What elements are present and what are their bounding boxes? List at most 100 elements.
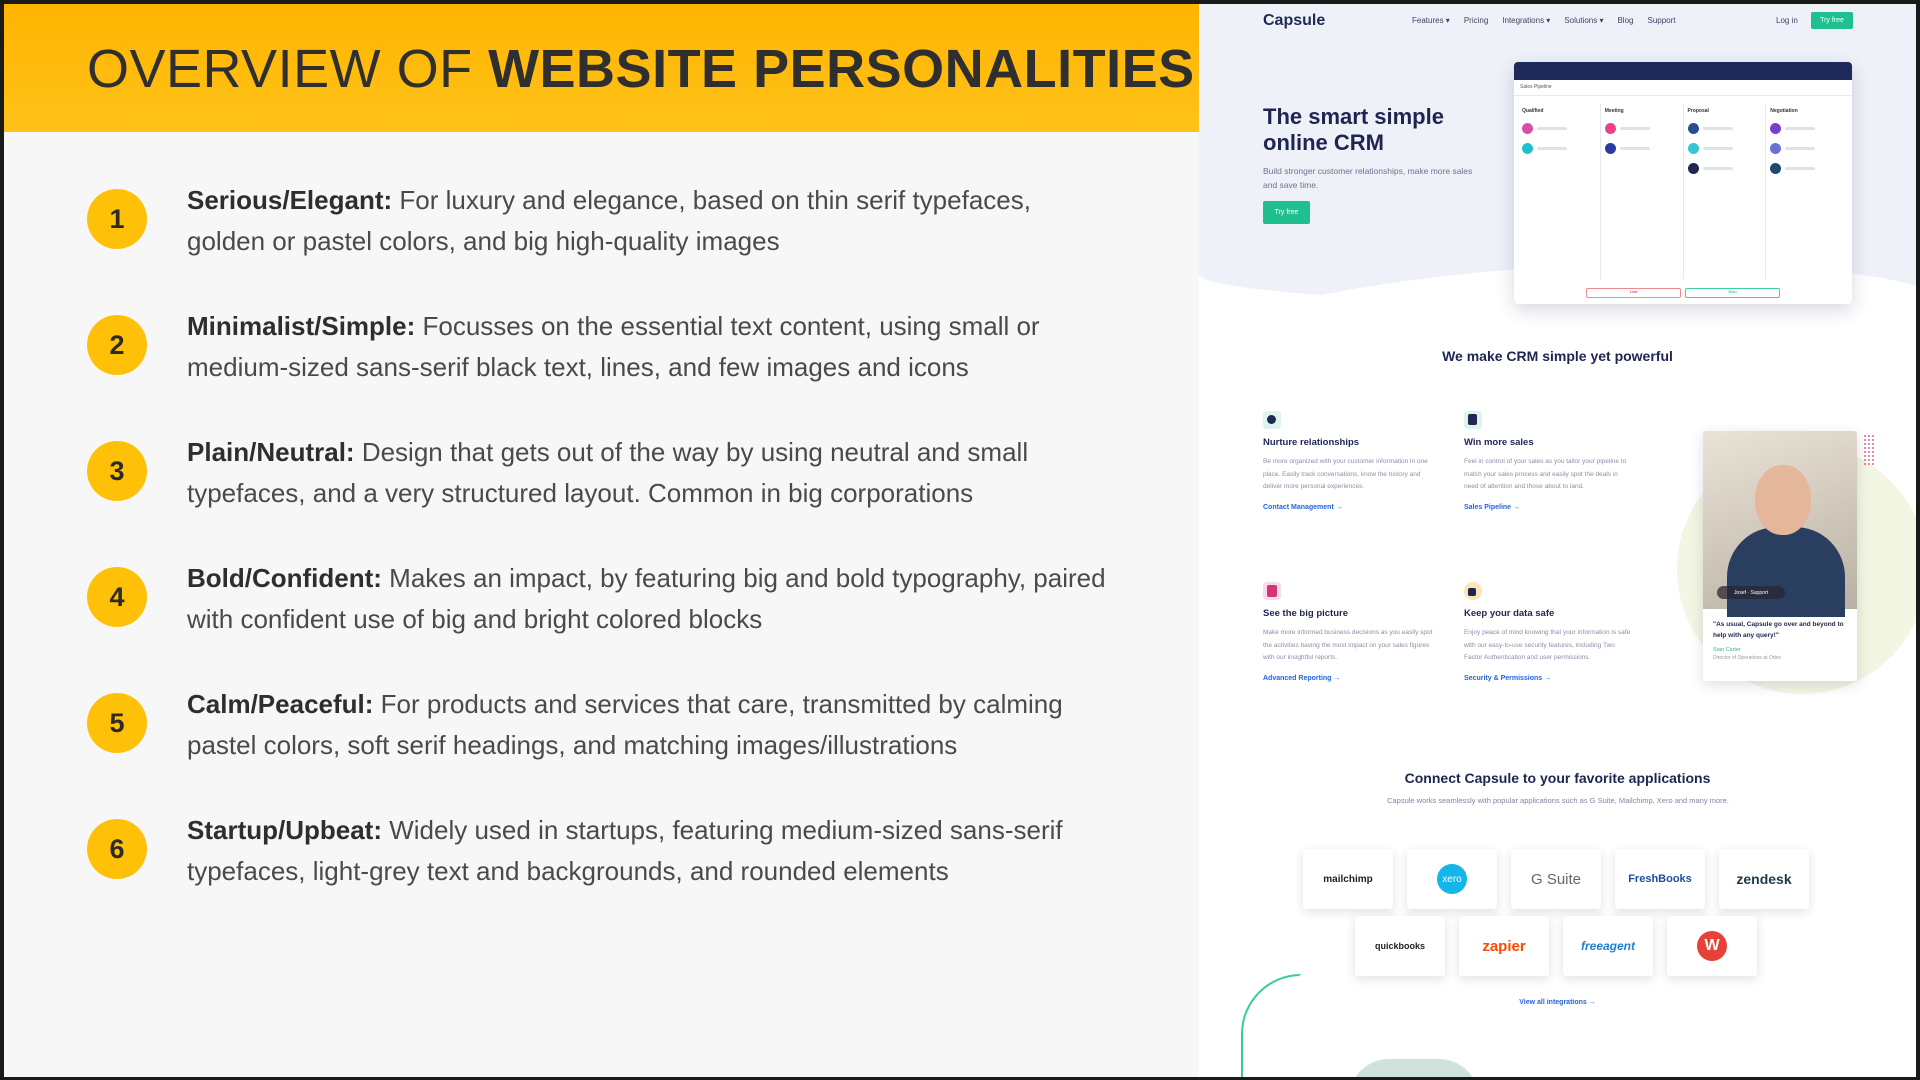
integration-gsuite[interactable]: G Suite — [1511, 849, 1601, 909]
list-item: 3 Plain/Neutral: Design that gets out of… — [87, 432, 1147, 558]
report-icon — [1263, 582, 1281, 600]
feature-link[interactable]: Advanced Reporting → — [1263, 675, 1433, 682]
integration-mailchimp[interactable]: mailchimp — [1303, 849, 1393, 909]
website-screenshot: Capsule Features ▾ Pricing Integrations … — [1199, 4, 1916, 1077]
integrations-subtitle: Capsule works seamlessly with popular ap… — [1387, 796, 1729, 805]
main-nav: Features ▾ Pricing Integrations ▾ Soluti… — [1412, 16, 1676, 25]
pipeline-mockup: Sales Pipeline Qualified Meeting Proposa… — [1514, 62, 1852, 304]
nav-pricing[interactable]: Pricing — [1464, 16, 1488, 25]
mockup-card — [1770, 163, 1844, 174]
text-line — [1537, 127, 1567, 130]
item-label: Plain/Neutral: — [187, 437, 355, 467]
integration-freshbooks[interactable]: FreshBooks — [1615, 849, 1705, 909]
feature-link[interactable]: Contact Management → — [1263, 504, 1433, 511]
feature-description: Be more organized with your customer inf… — [1263, 458, 1428, 490]
testimonial-name: Sian Carter — [1713, 647, 1741, 653]
testimonial-photo: Josef · Support — [1703, 431, 1857, 617]
hero-try-free-button[interactable]: Try free — [1263, 201, 1310, 224]
mockup-subtitle: Sales Pipeline — [1514, 80, 1852, 96]
integration-quickbooks[interactable]: quickbooks — [1355, 916, 1445, 976]
capsule-logo[interactable]: Capsule — [1263, 12, 1325, 30]
slide-header-bar: OVERVIEW OF WEBSITE PERSONALITIES — [4, 4, 1199, 132]
text-line — [1619, 127, 1650, 130]
contacts-icon — [1263, 411, 1281, 429]
number-badge: 3 — [87, 441, 147, 501]
avatar — [1522, 123, 1533, 134]
nav-blog[interactable]: Blog — [1617, 16, 1633, 25]
photo-tag: Josef · Support — [1717, 586, 1785, 599]
text-line — [1702, 167, 1733, 170]
mockup-column: Proposal — [1684, 104, 1767, 279]
feature-title: Keep your data safe — [1464, 608, 1555, 619]
column-heading: Proposal — [1687, 108, 1709, 114]
text-line — [1785, 167, 1816, 170]
item-text: Minimalist/Simple: Focusses on the essen… — [187, 306, 1107, 388]
list-item: 1 Serious/Elegant: For luxury and elegan… — [87, 180, 1147, 306]
avatar — [1522, 143, 1533, 154]
nav-integrations[interactable]: Integrations ▾ — [1502, 16, 1550, 25]
hero-subtitle: Build stronger customer relationships, m… — [1263, 166, 1473, 190]
integration-freeagent[interactable]: freeagent — [1563, 916, 1653, 976]
list-item: 5 Calm/Peaceful: For products and servic… — [87, 684, 1147, 810]
login-link[interactable]: Log in — [1776, 16, 1798, 25]
feature-data-safe: Keep your data safe Enjoy peace of mind … — [1464, 582, 1634, 682]
lost-button: Lost — [1586, 288, 1681, 298]
text-line — [1785, 127, 1816, 130]
text-line — [1537, 147, 1567, 150]
mockup-card — [1687, 163, 1762, 174]
slide-title-bold: WEBSITE PERSONALITIES — [488, 39, 1195, 99]
nav-support[interactable]: Support — [1647, 16, 1675, 25]
number-badge: 5 — [87, 693, 147, 753]
integration-xero[interactable]: xero — [1407, 849, 1497, 909]
text-line — [1785, 147, 1816, 150]
integration-zendesk[interactable]: zendesk — [1719, 849, 1809, 909]
item-text: Bold/Confident: Makes an impact, by feat… — [187, 558, 1107, 640]
feature-title: See the big picture — [1263, 608, 1348, 619]
lock-icon — [1464, 582, 1482, 600]
feature-title: Win more sales — [1464, 437, 1534, 448]
feature-description: Make more informed business decisions as… — [1263, 629, 1433, 661]
item-label: Startup/Upbeat: — [187, 815, 382, 845]
text-line — [1702, 147, 1733, 150]
photo-head — [1755, 465, 1811, 535]
list-item: 2 Minimalist/Simple: Focusses on the ess… — [87, 306, 1147, 432]
feature-win-sales: Win more sales Feel in control of your s… — [1464, 411, 1634, 511]
avatar — [1770, 163, 1782, 174]
text-line — [1702, 127, 1733, 130]
mockup-columns: Qualified Meeting Proposal Negotiation — [1518, 104, 1848, 279]
slide-title: OVERVIEW OF WEBSITE PERSONALITIES — [87, 38, 1195, 100]
mockup-card — [1604, 123, 1679, 134]
item-text: Plain/Neutral: Design that gets out of t… — [187, 432, 1107, 514]
mockup-column: Negotiation — [1766, 104, 1848, 279]
avatar — [1687, 123, 1699, 134]
section-title-integrations: Connect Capsule to your favorite applica… — [1404, 770, 1711, 786]
feature-big-picture: See the big picture Make more informed b… — [1263, 582, 1433, 682]
avatar — [1687, 163, 1699, 174]
integration-wrike[interactable]: W — [1667, 916, 1757, 976]
mockup-card — [1604, 143, 1679, 154]
personality-list: 1 Serious/Elegant: For luxury and elegan… — [87, 180, 1147, 936]
number-badge: 4 — [87, 567, 147, 627]
decorative-line — [1241, 974, 1301, 1077]
text-line — [1619, 147, 1650, 150]
integration-zapier[interactable]: zapier — [1459, 916, 1549, 976]
view-all-integrations-link[interactable]: View all integrations → — [1199, 999, 1916, 1006]
number-badge: 1 — [87, 189, 147, 249]
slide-title-light: OVERVIEW OF — [87, 39, 489, 99]
photo-body — [1727, 527, 1845, 617]
nav-features[interactable]: Features ▾ — [1412, 16, 1450, 25]
mockup-toolbar — [1514, 62, 1852, 80]
slide-panel: OVERVIEW OF WEBSITE PERSONALITIES 1 Seri… — [4, 4, 1199, 1077]
try-free-button[interactable]: Try free — [1811, 12, 1853, 29]
feature-link[interactable]: Security & Permissions → — [1464, 675, 1634, 682]
testimonial-card: Josef · Support "As usual, Capsule go ov… — [1703, 431, 1857, 681]
testimonial-role: Director of Operations at Orbio — [1713, 655, 1782, 661]
feature-link[interactable]: Sales Pipeline → — [1464, 504, 1634, 511]
avatar — [1770, 143, 1782, 154]
item-label: Serious/Elegant: — [187, 185, 393, 215]
avatar — [1687, 143, 1699, 154]
mockup-card — [1687, 143, 1762, 154]
feature-nurture: Nurture relationships Be more organized … — [1263, 411, 1433, 511]
nav-solutions[interactable]: Solutions ▾ — [1564, 16, 1603, 25]
item-label: Calm/Peaceful: — [187, 689, 374, 719]
